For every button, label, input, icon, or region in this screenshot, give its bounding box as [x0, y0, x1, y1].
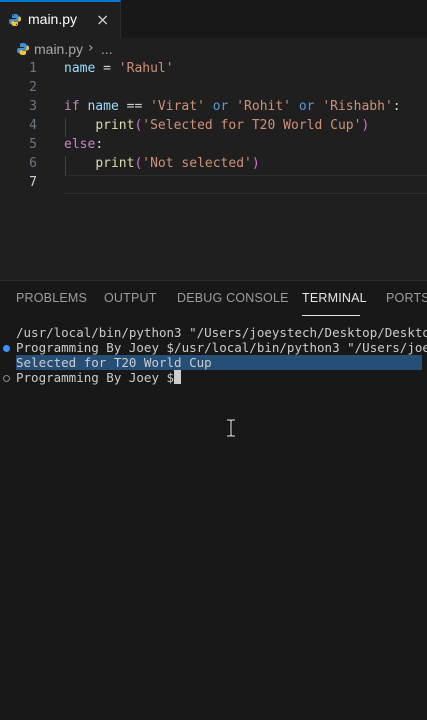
command-pending-icon[interactable] — [3, 375, 10, 382]
code-editor[interactable]: 1 name = 'Rahul' 2 3 if name == 'Virat' … — [0, 60, 427, 280]
chevron-right-icon: › — [88, 40, 94, 56]
line-number: 1 — [29, 61, 37, 76]
code-line: 4 print('Selected for T20 World Cup') — [0, 118, 427, 137]
line-number: 6 — [29, 156, 37, 171]
close-icon[interactable]: × — [96, 10, 109, 29]
active-tab-indicator — [302, 315, 360, 316]
code-line: 2 — [0, 80, 427, 99]
code-line: 3 if name == 'Virat' or 'Rohit' or 'Rish… — [0, 99, 427, 118]
breadcrumb: main.py › ... — [0, 38, 427, 60]
terminal-line: Programming By Joey $/usr/local/bin/pyth… — [16, 340, 427, 355]
editor-tab-bar: main.py × — [0, 0, 427, 39]
selected-output-text: Selected for T20 World Cup — [16, 355, 212, 370]
tab-ports[interactable]: PORTS — [386, 291, 427, 305]
command-success-icon[interactable] — [3, 345, 10, 352]
line-number: 3 — [29, 99, 37, 114]
tab-main-py[interactable]: main.py × — [0, 0, 121, 38]
line-number: 2 — [29, 80, 37, 95]
tab-debug-console[interactable]: DEBUG CONSOLE — [177, 291, 289, 305]
line-number: 7 — [29, 175, 37, 190]
terminal-prompt: Programming By Joey $ — [16, 370, 175, 385]
vscode-window: main.py × main.py › ... 1 name = 'Rahul'… — [0, 0, 427, 720]
tab-problems[interactable]: PROBLEMS — [16, 291, 87, 305]
terminal-prompt-line: Programming By Joey $ — [16, 370, 182, 386]
terminal-output-line: Selected for T20 World Cup — [16, 355, 423, 371]
breadcrumb-file[interactable]: main.py — [34, 41, 83, 57]
line-number: 4 — [29, 118, 37, 133]
bottom-panel: PROBLEMS OUTPUT DEBUG CONSOLE TERMINAL P… — [0, 280, 427, 720]
current-code-line: 7 — [0, 175, 427, 194]
terminal-line: /usr/local/bin/python3 "/Users/joeystech… — [16, 325, 427, 340]
line-number: 5 — [29, 137, 37, 152]
code-line: 6 print('Not selected') — [0, 156, 427, 175]
code-line: 5 else: — [0, 137, 427, 156]
text-cursor-icon — [227, 419, 235, 437]
breadcrumb-symbols[interactable]: ... — [101, 41, 113, 57]
terminal-cursor — [174, 370, 182, 384]
code-line: 1 name = 'Rahul' — [0, 61, 427, 80]
tab-label: main.py — [28, 11, 78, 27]
python-file-icon — [17, 43, 29, 55]
python-file-icon — [9, 14, 21, 26]
current-line-highlight — [64, 175, 427, 194]
tab-terminal[interactable]: TERMINAL — [302, 291, 367, 305]
tab-output[interactable]: OUTPUT — [104, 291, 157, 305]
